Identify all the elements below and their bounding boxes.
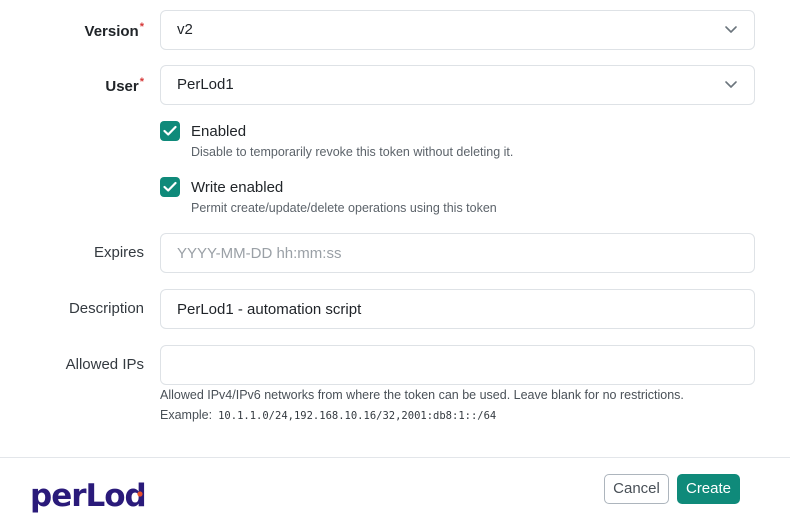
- allowed-ips-input[interactable]: [160, 345, 755, 385]
- user-value: PerLod1: [177, 76, 234, 93]
- required-mark: *: [139, 76, 144, 88]
- user-label-text: User: [105, 78, 139, 95]
- example-value: 10.1.1.0/24,192.168.10.16/32,2001:db8:1:…: [218, 410, 497, 422]
- perlod-logo: perLod: [30, 478, 147, 514]
- example-label: Example:: [160, 408, 213, 422]
- footer-divider: [0, 457, 790, 458]
- checkmark-icon: [163, 181, 177, 192]
- version-label: Version*: [4, 21, 144, 40]
- write-enabled-help: Permit create/update/delete operations u…: [191, 201, 497, 215]
- version-label-text: Version: [84, 23, 139, 40]
- version-value: v2: [177, 21, 193, 38]
- description-label: Description: [68, 300, 144, 317]
- allowed-ips-example: Example: 10.1.1.0/24,192.168.10.16/32,200…: [160, 408, 496, 422]
- user-label: User*: [4, 76, 144, 95]
- checkmark-icon: [163, 125, 177, 136]
- logo-accent-dot: [137, 491, 143, 497]
- user-select[interactable]: PerLod1: [160, 65, 755, 105]
- allowed-ips-label: Allowed IPs: [65, 356, 144, 373]
- chevron-down-icon: [725, 81, 737, 88]
- version-select[interactable]: v2: [160, 10, 755, 50]
- allowed-ips-help: Allowed IPv4/IPv6 networks from where th…: [160, 388, 684, 402]
- required-mark: *: [139, 21, 144, 33]
- write-enabled-checkbox[interactable]: [160, 177, 180, 197]
- enabled-label[interactable]: Enabled: [191, 123, 246, 140]
- create-button[interactable]: Create: [677, 474, 740, 504]
- expires-input[interactable]: [160, 233, 755, 273]
- enabled-checkbox[interactable]: [160, 121, 180, 141]
- chevron-down-icon: [725, 26, 737, 33]
- expires-label: Expires: [93, 244, 144, 261]
- logo-text: perLod: [30, 478, 146, 514]
- cancel-button[interactable]: Cancel: [604, 474, 669, 504]
- enabled-help: Disable to temporarily revoke this token…: [191, 145, 514, 159]
- description-input[interactable]: [160, 289, 755, 329]
- write-enabled-label[interactable]: Write enabled: [191, 179, 283, 196]
